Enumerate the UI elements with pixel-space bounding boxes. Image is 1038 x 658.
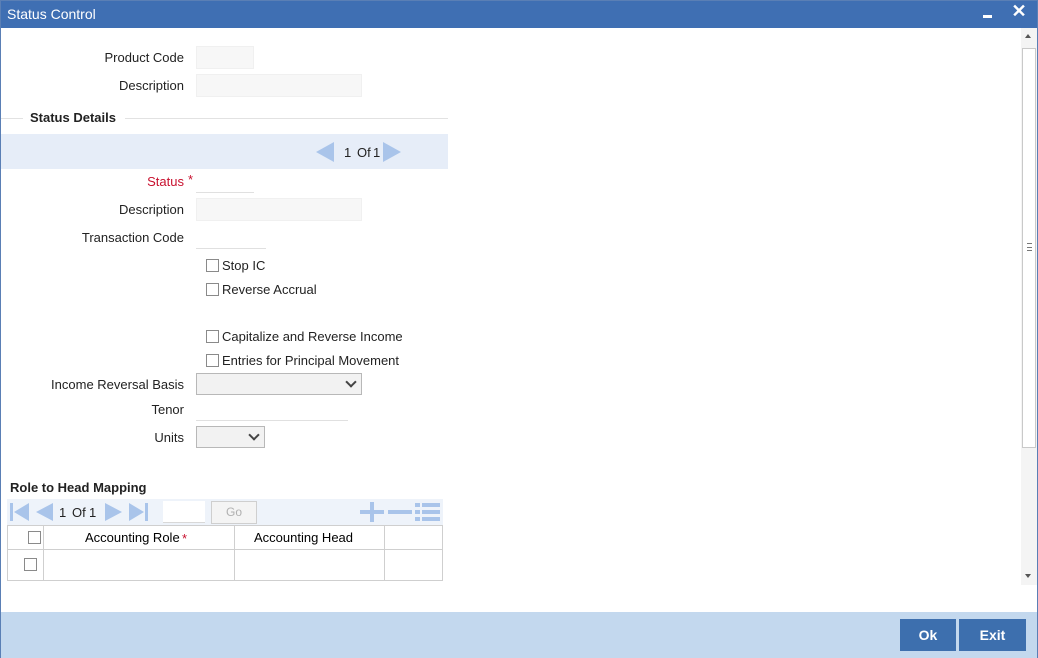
ok-button[interactable]: Ok bbox=[900, 619, 956, 651]
product-code-label: Product Code bbox=[104, 50, 185, 65]
grid-header-row: Accounting Role * Accounting Head bbox=[8, 526, 442, 550]
exit-button[interactable]: Exit bbox=[959, 619, 1026, 651]
select-all-checkbox[interactable] bbox=[28, 531, 41, 544]
close-icon[interactable]: ✕ bbox=[1009, 1, 1029, 23]
stop-ic-checkbox[interactable] bbox=[206, 259, 219, 272]
window-title: Status Control bbox=[7, 6, 96, 22]
tenor-label: Tenor bbox=[151, 402, 184, 417]
transaction-code-label: Transaction Code bbox=[81, 230, 184, 245]
capitalize-reverse-income-label: Capitalize and Reverse Income bbox=[222, 329, 403, 344]
description-label: Description bbox=[118, 78, 184, 93]
form-content: Product Code Description Status Details … bbox=[1, 28, 1021, 611]
entries-principal-movement-checkbox[interactable] bbox=[206, 354, 219, 367]
pager-total: 1 bbox=[373, 145, 381, 160]
status-label: Status bbox=[147, 174, 184, 189]
units-select[interactable] bbox=[196, 426, 265, 448]
chevron-down-icon bbox=[248, 429, 260, 441]
stop-ic-label: Stop IC bbox=[222, 258, 266, 273]
delete-row-icon[interactable] bbox=[387, 502, 413, 522]
accounting-head-header[interactable]: Accounting Head bbox=[254, 530, 353, 545]
section-divider bbox=[1, 118, 23, 119]
role-head-grid: Accounting Role * Accounting Head bbox=[7, 525, 443, 581]
entries-principal-movement-label: Entries for Principal Movement bbox=[222, 353, 400, 368]
single-view-icon[interactable] bbox=[415, 502, 441, 522]
column-divider bbox=[234, 526, 235, 580]
role-head-mapping-title: Role to Head Mapping bbox=[10, 480, 147, 495]
next-record-icon[interactable] bbox=[383, 142, 401, 162]
status-description-field[interactable] bbox=[196, 198, 362, 221]
reverse-accrual-checkbox[interactable] bbox=[206, 283, 219, 296]
title-bar: Status Control ✕ bbox=[1, 1, 1037, 28]
table-row[interactable] bbox=[8, 550, 442, 580]
grip-icon bbox=[1027, 243, 1032, 251]
add-row-icon[interactable] bbox=[359, 502, 385, 522]
accounting-role-header[interactable]: Accounting Role bbox=[85, 530, 180, 545]
scroll-thumb[interactable] bbox=[1022, 48, 1036, 448]
status-details-title: Status Details bbox=[30, 110, 116, 125]
status-field[interactable] bbox=[196, 170, 254, 193]
row-checkbox[interactable] bbox=[24, 558, 37, 571]
reverse-accrual-label: Reverse Accrual bbox=[222, 282, 317, 297]
column-divider bbox=[384, 526, 385, 580]
scroll-down-icon[interactable] bbox=[1025, 574, 1031, 578]
scroll-up-icon[interactable] bbox=[1025, 34, 1031, 38]
column-divider bbox=[43, 526, 44, 580]
product-code-field[interactable] bbox=[196, 46, 254, 69]
prev-page-icon[interactable] bbox=[33, 502, 55, 522]
grid-pager-total: 1 bbox=[89, 505, 97, 520]
capitalize-reverse-income-checkbox[interactable] bbox=[206, 330, 219, 343]
status-pager-bar: 1 Of 1 bbox=[1, 134, 448, 169]
next-page-icon[interactable] bbox=[103, 502, 125, 522]
page-number-input[interactable] bbox=[163, 501, 205, 523]
chevron-down-icon bbox=[345, 376, 357, 388]
tenor-field[interactable] bbox=[196, 398, 348, 421]
required-marker: * bbox=[182, 531, 188, 546]
units-label: Units bbox=[154, 430, 184, 445]
status-control-window: Status Control ✕ Product Code Descriptio… bbox=[0, 0, 1038, 658]
pager-current: 1 bbox=[344, 145, 352, 160]
grid-pager-current: 1 bbox=[59, 505, 67, 520]
required-marker: * bbox=[188, 172, 194, 187]
pager-of: Of bbox=[357, 145, 371, 160]
status-description-label: Description bbox=[118, 202, 184, 217]
footer-bar: Ok Exit bbox=[1, 612, 1037, 658]
grid-pager-of: Of bbox=[72, 505, 86, 520]
description-field[interactable] bbox=[196, 74, 362, 97]
first-page-icon[interactable] bbox=[9, 502, 31, 522]
income-reversal-basis-label: Income Reversal Basis bbox=[51, 377, 184, 392]
prev-record-icon[interactable] bbox=[316, 142, 334, 162]
transaction-code-field[interactable] bbox=[196, 226, 266, 249]
section-divider bbox=[125, 118, 448, 119]
income-reversal-basis-select[interactable] bbox=[196, 373, 362, 395]
last-page-icon[interactable] bbox=[127, 502, 149, 522]
minimize-icon[interactable] bbox=[979, 3, 997, 23]
go-button[interactable]: Go bbox=[211, 501, 257, 524]
vertical-scrollbar[interactable] bbox=[1021, 28, 1037, 585]
